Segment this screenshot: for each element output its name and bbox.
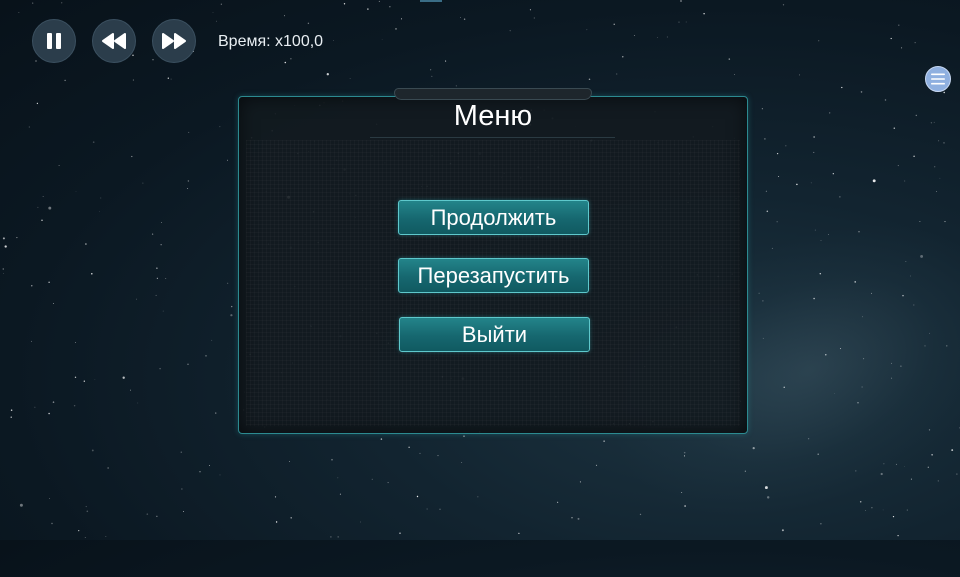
panel-top-tab [394, 88, 592, 100]
rewind-icon [102, 33, 126, 49]
fast-forward-icon [162, 33, 186, 49]
title-divider [370, 137, 615, 138]
side-menu-button[interactable] [925, 66, 951, 92]
continue-button[interactable]: Продолжить [398, 200, 589, 235]
time-scale-label: Время: x100,0 [218, 33, 324, 50]
pause-button[interactable] [32, 19, 76, 63]
menu-title: Меню [453, 100, 533, 132]
restart-button[interactable]: Перезапустить [398, 258, 589, 293]
exit-button[interactable]: Выйти [399, 317, 590, 352]
top-indicator [420, 0, 442, 2]
fast-forward-button[interactable] [152, 19, 196, 63]
hamburger-menu-icon [931, 73, 945, 85]
pause-icon [47, 33, 61, 49]
rewind-button[interactable] [92, 19, 136, 63]
